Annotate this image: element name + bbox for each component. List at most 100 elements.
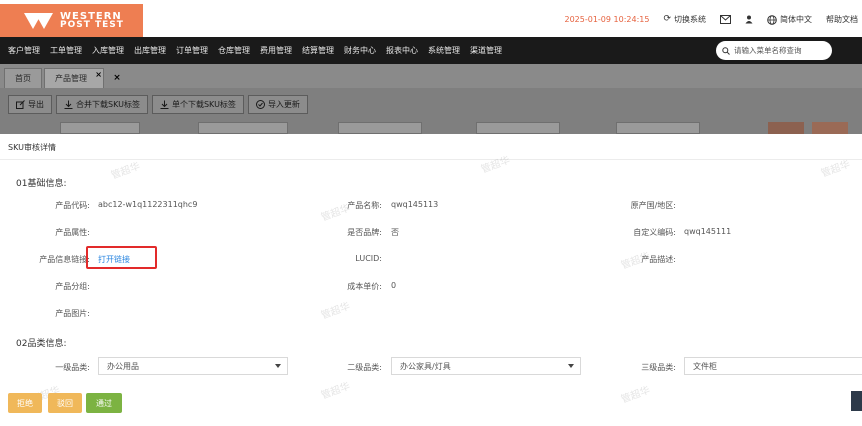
tab-close-icon[interactable]: × — [95, 70, 102, 79]
datetime: 2025-01-09 10:24:15 — [564, 15, 650, 24]
mail-button[interactable] — [720, 15, 731, 24]
reject-button[interactable]: 拒绝 — [8, 393, 42, 413]
help-button[interactable]: 帮助文档 — [826, 14, 858, 25]
menu-item[interactable]: 结算管理 — [302, 45, 334, 56]
filter-reset-button[interactable] — [768, 122, 804, 134]
filter-input[interactable] — [338, 122, 422, 134]
single-download-button[interactable]: 单个下载SKU标签 — [151, 95, 244, 114]
level2-value: 办公家具/灯具 — [400, 361, 451, 371]
mail-icon — [720, 15, 731, 24]
level1-label: 一级品类: — [55, 363, 90, 372]
menu-item[interactable]: 财务中心 — [344, 45, 376, 56]
menu-item[interactable]: 系统管理 — [428, 45, 460, 56]
chevron-down-icon — [275, 364, 281, 368]
product-code-value: abc12-w1q1122311qhc9 — [98, 200, 198, 209]
custom-code-label: 自定义编码: — [633, 228, 676, 237]
brand-label: 是否品牌: — [347, 228, 382, 237]
chevron-down-icon — [568, 364, 574, 368]
switch-system-button[interactable]: ⟳ 切换系统 — [663, 14, 706, 25]
level3-select[interactable]: 文件柜 — [684, 357, 862, 375]
brand-value: 否 — [391, 228, 399, 237]
search-icon — [722, 46, 730, 55]
menu-item[interactable]: 入库管理 — [92, 45, 124, 56]
single-download-label: 单个下载SKU标签 — [171, 100, 236, 109]
menu-item[interactable]: 仓库管理 — [218, 45, 250, 56]
check-circle-icon — [255, 100, 265, 109]
filter-input[interactable] — [616, 122, 700, 134]
tab-product[interactable]: 产品管理 × — [44, 68, 104, 88]
export-label: 导出 — [28, 100, 44, 109]
tab-product-label: 产品管理 — [55, 74, 87, 83]
cost-value: 0 — [391, 281, 397, 290]
level3-value: 文件柜 — [693, 361, 717, 371]
watermark: 管超华 — [319, 301, 352, 322]
tabs-bar: 首页 产品管理 × × — [0, 64, 862, 88]
language-label: 简体中文 — [780, 15, 812, 24]
switch-system-label: 切换系统 — [674, 15, 706, 24]
product-name-label: 产品名称: — [347, 201, 382, 210]
import-update-button[interactable]: 导入更新 — [247, 95, 308, 114]
merge-download-label: 合并下载SKU标签 — [76, 100, 140, 109]
close-all-tabs-icon[interactable]: × — [106, 68, 128, 88]
level2-label: 二级品类: — [347, 363, 382, 372]
origin-label: 原产国/地区: — [630, 201, 676, 210]
toolbar: 导出 合并下载SKU标签 单个下载SKU标签 导入更新 — [8, 95, 308, 114]
watermark: 管超华 — [619, 385, 652, 406]
top-header: WESTERN POST TEST 2025-01-09 10:24:15 ⟳ … — [0, 0, 862, 37]
return-button[interactable]: 驳回 — [48, 393, 82, 413]
info-link-label: 产品信息链接: — [39, 255, 90, 264]
tab-home[interactable]: 首页 — [4, 68, 42, 88]
filter-input[interactable] — [60, 122, 140, 134]
sku-review-dialog: SKU审核详情 01基础信息: 产品代码: abc12-w1q1122311qh… — [0, 134, 862, 426]
divider — [0, 159, 862, 160]
user-icon — [745, 15, 753, 24]
help-label: 帮助文档 — [826, 15, 858, 24]
logo[interactable]: WESTERN POST TEST — [0, 4, 143, 37]
approve-button[interactable]: 通过 — [86, 393, 122, 413]
category-section-title: 02品类信息: — [16, 339, 67, 349]
refresh-icon: ⟳ — [663, 14, 671, 24]
language-button[interactable]: 简体中文 — [767, 14, 812, 25]
level3-label: 三级品类: — [641, 363, 676, 372]
menu-search-input[interactable] — [734, 46, 828, 55]
logo-text: WESTERN POST TEST — [60, 11, 124, 30]
merge-download-button[interactable]: 合并下载SKU标签 — [56, 95, 148, 114]
menu-item[interactable]: 订单管理 — [176, 45, 208, 56]
open-link[interactable]: 打开链接 — [98, 254, 130, 265]
cost-label: 成本单价: — [347, 282, 382, 291]
export-button[interactable]: 导出 — [8, 95, 52, 114]
logo-line2: POST TEST — [60, 19, 124, 30]
attribute-label: 产品属性: — [55, 228, 90, 237]
watermark: 管超华 — [479, 155, 512, 176]
filter-search-button[interactable] — [812, 122, 848, 134]
header-actions: 2025-01-09 10:24:15 ⟳ 切换系统 简体中文 帮助文档 — [564, 14, 858, 25]
menu-search[interactable] — [716, 41, 832, 60]
back-to-top-button[interactable] — [851, 391, 862, 411]
level1-value: 办公用品 — [107, 361, 139, 371]
menu-item[interactable]: 费用管理 — [260, 45, 292, 56]
level1-select[interactable]: 办公用品 — [98, 357, 288, 375]
menu-item[interactable]: 渠道管理 — [470, 45, 502, 56]
description-label: 产品描述: — [641, 255, 676, 264]
lucid-label: LUCID: — [355, 254, 382, 263]
menu-item[interactable]: 工单管理 — [50, 45, 82, 56]
download-icon — [160, 100, 169, 109]
product-code-label: 产品代码: — [55, 201, 90, 210]
tab-home-label: 首页 — [15, 74, 31, 83]
menu-item[interactable]: 客户管理 — [8, 45, 40, 56]
menu-item[interactable]: 出库管理 — [134, 45, 166, 56]
user-button[interactable] — [745, 15, 753, 24]
export-icon — [16, 100, 25, 109]
globe-icon — [767, 14, 777, 25]
group-label: 产品分组: — [55, 282, 90, 291]
download-icon — [64, 100, 73, 109]
menu-item[interactable]: 报表中心 — [386, 45, 418, 56]
filter-input[interactable] — [198, 122, 288, 134]
custom-code-value: qwq145111 — [684, 227, 732, 236]
basic-section-title: 01基础信息: — [16, 179, 67, 189]
level2-select[interactable]: 办公家具/灯具 — [391, 357, 581, 375]
menu-items: 客户管理 工单管理 入库管理 出库管理 订单管理 仓库管理 费用管理 结算管理 财务中心 报表中心… — [8, 37, 502, 64]
main-menu: 客户管理 工单管理 入库管理 出库管理 订单管理 仓库管理 费用管理 结算管理 财务中心 报表中心… — [0, 37, 862, 64]
filter-input[interactable] — [476, 122, 560, 134]
filter-strip — [0, 122, 862, 134]
